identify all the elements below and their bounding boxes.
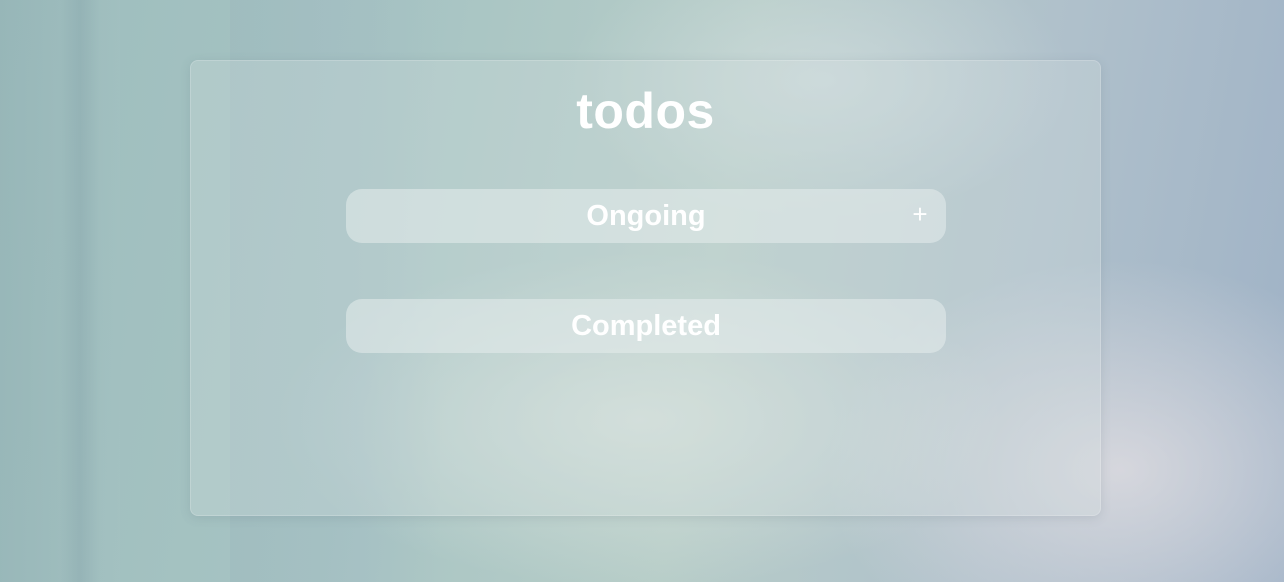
app-title: todos: [576, 83, 715, 139]
completed-section-label: Completed: [571, 310, 721, 342]
background-curtain-fold: [60, 0, 100, 582]
add-todo-button[interactable]: +: [908, 201, 932, 229]
ongoing-section-label: Ongoing: [586, 200, 706, 232]
plus-icon: +: [912, 199, 928, 229]
background-curtain-left: [0, 0, 120, 582]
todo-app-card: todos Ongoing + Completed: [190, 60, 1101, 516]
ongoing-section-header[interactable]: Ongoing +: [346, 189, 946, 243]
completed-section-header[interactable]: Completed: [346, 299, 946, 353]
